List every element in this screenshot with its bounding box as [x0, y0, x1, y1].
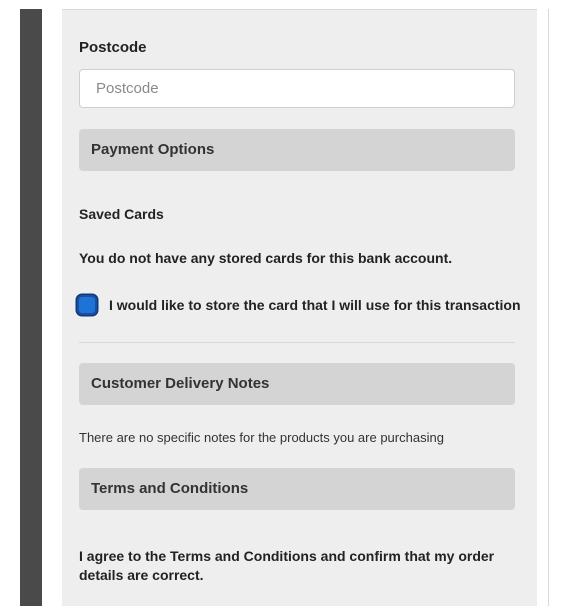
right-page-edge — [548, 9, 578, 606]
panel-top-border — [62, 9, 537, 10]
payment-options-header: Payment Options — [79, 129, 515, 171]
section-divider — [79, 342, 515, 343]
saved-cards-label: Saved Cards — [79, 206, 164, 222]
page-frame: Postcode Payment Options Saved Cards You… — [0, 0, 578, 606]
delivery-notes-message: There are no specific notes for the prod… — [79, 430, 444, 445]
store-card-option[interactable]: I would like to store the card that I wi… — [77, 292, 521, 318]
customer-delivery-notes-header: Customer Delivery Notes — [79, 363, 515, 405]
checkout-form-panel: Postcode Payment Options Saved Cards You… — [62, 9, 537, 606]
no-stored-cards-message: You do not have any stored cards for thi… — [79, 250, 453, 266]
store-card-checkbox[interactable] — [77, 295, 97, 315]
postcode-input[interactable] — [79, 69, 515, 108]
left-sidebar-edge — [20, 9, 42, 606]
terms-agreement-text: I agree to the Terms and Conditions and … — [79, 548, 495, 583]
postcode-label: Postcode — [79, 39, 147, 56]
store-card-label: I would like to store the card that I wi… — [109, 297, 521, 313]
terms-and-conditions-header: Terms and Conditions — [79, 468, 515, 510]
